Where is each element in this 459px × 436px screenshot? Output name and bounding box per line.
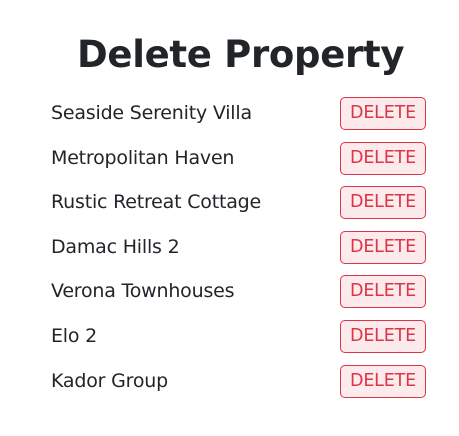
property-name: Damac Hills 2 xyxy=(51,235,180,258)
delete-button[interactable]: DELETE xyxy=(340,319,426,353)
delete-button[interactable]: DELETE xyxy=(340,230,426,264)
property-row: Seaside Serenity Villa DELETE xyxy=(51,96,427,141)
page-title: Delete Property xyxy=(77,33,405,76)
property-row: Rustic Retreat Cottage DELETE xyxy=(51,185,427,230)
property-name: Rustic Retreat Cottage xyxy=(51,191,261,214)
property-name: Kador Group xyxy=(51,369,168,392)
property-row: Elo 2 DELETE xyxy=(51,319,427,364)
property-name: Metropolitan Haven xyxy=(51,146,235,169)
property-name: Verona Townhouses xyxy=(51,280,235,303)
delete-button[interactable]: DELETE xyxy=(340,141,426,175)
delete-button[interactable]: DELETE xyxy=(340,364,426,398)
property-row: Verona Townhouses DELETE xyxy=(51,274,427,319)
delete-button[interactable]: DELETE xyxy=(340,97,426,130)
property-row: Kador Group DELETE xyxy=(51,364,427,409)
property-list: Seaside Serenity Villa DELETE Metropolit… xyxy=(51,96,427,408)
property-row: Metropolitan Haven DELETE xyxy=(51,141,427,186)
delete-button[interactable]: DELETE xyxy=(340,186,426,220)
property-name: Seaside Serenity Villa xyxy=(51,102,252,124)
property-name: Elo 2 xyxy=(51,324,98,347)
property-row: Damac Hills 2 DELETE xyxy=(51,230,427,275)
delete-button[interactable]: DELETE xyxy=(340,275,426,309)
